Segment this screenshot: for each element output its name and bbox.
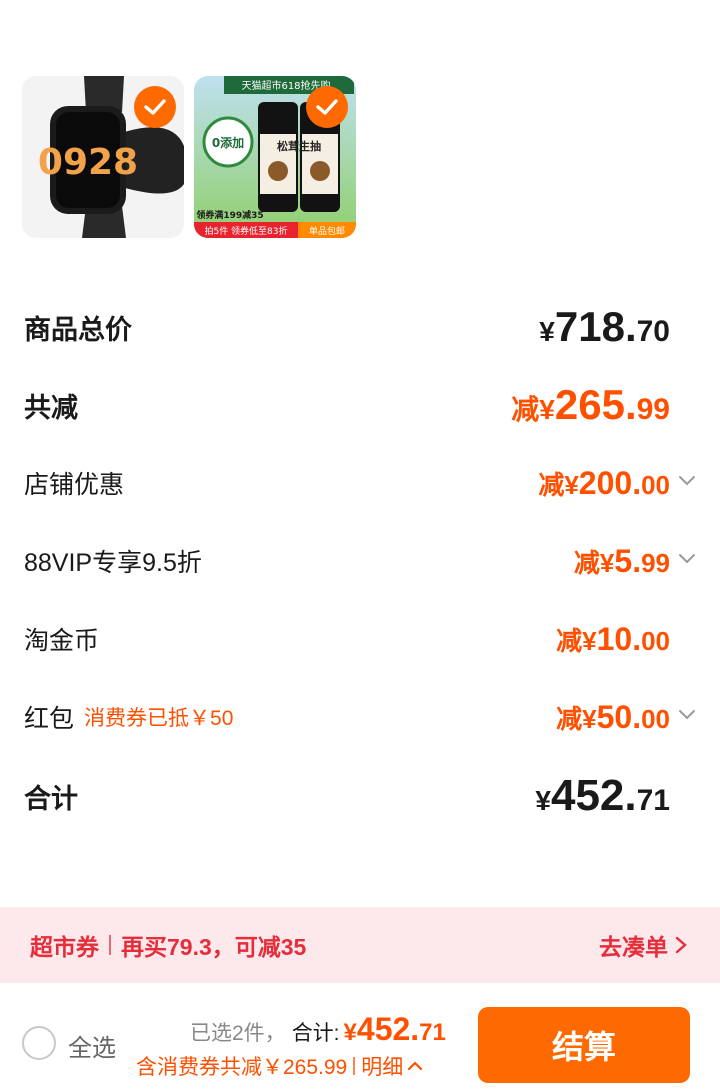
row-redpacket-discount[interactable]: 红包 消费券已抵￥50 减¥ 50. 00 [24, 694, 696, 740]
redpacket-label-group: 红包 消费券已抵￥50 [24, 699, 233, 735]
ad-bottom-right: 单品包邮 [309, 225, 345, 237]
checkout-sum-dec: 71 [419, 1019, 446, 1046]
total-discount-label: 共减 [24, 392, 78, 423]
shop-discount-amount: 减¥ 200. 00 [538, 464, 670, 501]
redpacket-discount-amount: 减¥ 50. 00 [556, 698, 670, 735]
watch-face-time: 0928 [38, 142, 138, 183]
checkout-button[interactable]: 结算 [478, 1007, 690, 1083]
product-thumbnails: 0928 天猫超市618抢先购 0添加 松茸生抽 领券满199减35 拍5件 领… [22, 76, 356, 238]
row-sum: 合计 ¥452. 71 [24, 771, 696, 820]
checkout-bar: 全选 已选2件， 合计: ¥452. 71 含消费券共减￥265.99 明细 结算 [0, 983, 720, 1092]
supermarket-coupon-banner: 超市券 再买79.3，可减35 去凑单 [0, 907, 720, 983]
product-thumb-soysauce[interactable]: 天猫超市618抢先购 0添加 松茸生抽 领券满199减35 拍5件 领券低至83… [194, 76, 356, 238]
total-discount-amount: 减¥ 265. 99 [511, 381, 670, 428]
vip-discount-amount: 减¥ 5. 99 [573, 542, 670, 579]
savings-detail[interactable]: 含消费券共减￥265.99 明细 [136, 1051, 423, 1081]
row-total-discount: 共减 减¥ 265. 99 [24, 381, 696, 428]
checkout-currency: ¥ [343, 1019, 357, 1046]
detail-label: 明细 [361, 1056, 404, 1079]
chevron-up-icon [408, 1061, 423, 1071]
divider [109, 935, 111, 955]
chevron-down-icon[interactable] [678, 553, 696, 565]
checkout-sum-label: 合计: [291, 1022, 340, 1045]
row-total-price: 商品总价 ¥718. 70 [24, 303, 696, 350]
row-vip-discount[interactable]: 88VIP专享9.5折 减¥ 5. 99 [24, 538, 696, 584]
product-checkbox-checked[interactable] [306, 86, 348, 128]
product-thumb-watch[interactable]: 0928 [22, 76, 184, 238]
product-checkbox-checked[interactable] [134, 86, 176, 128]
checkout-summary: 已选2件， 合计: ¥452. 71 [190, 1011, 446, 1048]
ad-coupon-text: 领券满199减35 [196, 209, 263, 221]
selected-count: 已选2件， [190, 1022, 286, 1045]
row-coins-discount: 淘金币 减¥ 10. 00 [24, 616, 696, 662]
checkmark-icon [144, 99, 166, 115]
add-items-label: 去凑单 [599, 934, 668, 960]
sum-amount: ¥452. 71 [535, 771, 670, 820]
savings-text: 含消费券共减￥265.99 [136, 1056, 348, 1079]
divider [353, 1057, 356, 1075]
add-items-link[interactable]: 去凑单 [599, 928, 688, 962]
checkmark-icon [316, 99, 338, 115]
chevron-down-icon[interactable] [678, 475, 696, 487]
ad-bottle-label: 松茸生抽 [277, 139, 321, 153]
checkout-sum-int: 452. [356, 1011, 420, 1047]
chevron-down-icon[interactable] [678, 709, 696, 721]
select-all-label[interactable]: 全选 [68, 1028, 116, 1063]
redpacket-note: 消费券已抵￥50 [84, 707, 234, 730]
total-price-amount: ¥718. 70 [539, 303, 670, 350]
ad-bottom-left: 拍5件 领券低至83折 [204, 225, 287, 237]
shop-discount-label: 店铺优惠 [24, 471, 125, 499]
ad-badge: 0添加 [212, 135, 244, 150]
redpacket-label: 红包 [24, 705, 75, 733]
coupon-text: 再买79.3，可减35 [121, 934, 307, 960]
total-price-label: 商品总价 [24, 314, 132, 345]
row-shop-discount[interactable]: 店铺优惠 减¥ 200. 00 [24, 460, 696, 506]
coins-discount-amount: 减¥ 10. 00 [556, 620, 670, 657]
sum-label: 合计 [24, 783, 78, 814]
vip-discount-label: 88VIP专享9.5折 [24, 549, 202, 577]
chevron-right-icon [675, 936, 687, 954]
select-all-radio[interactable] [22, 1026, 56, 1060]
coins-discount-label: 淘金币 [24, 627, 100, 655]
coupon-tag: 超市券 [30, 934, 99, 960]
